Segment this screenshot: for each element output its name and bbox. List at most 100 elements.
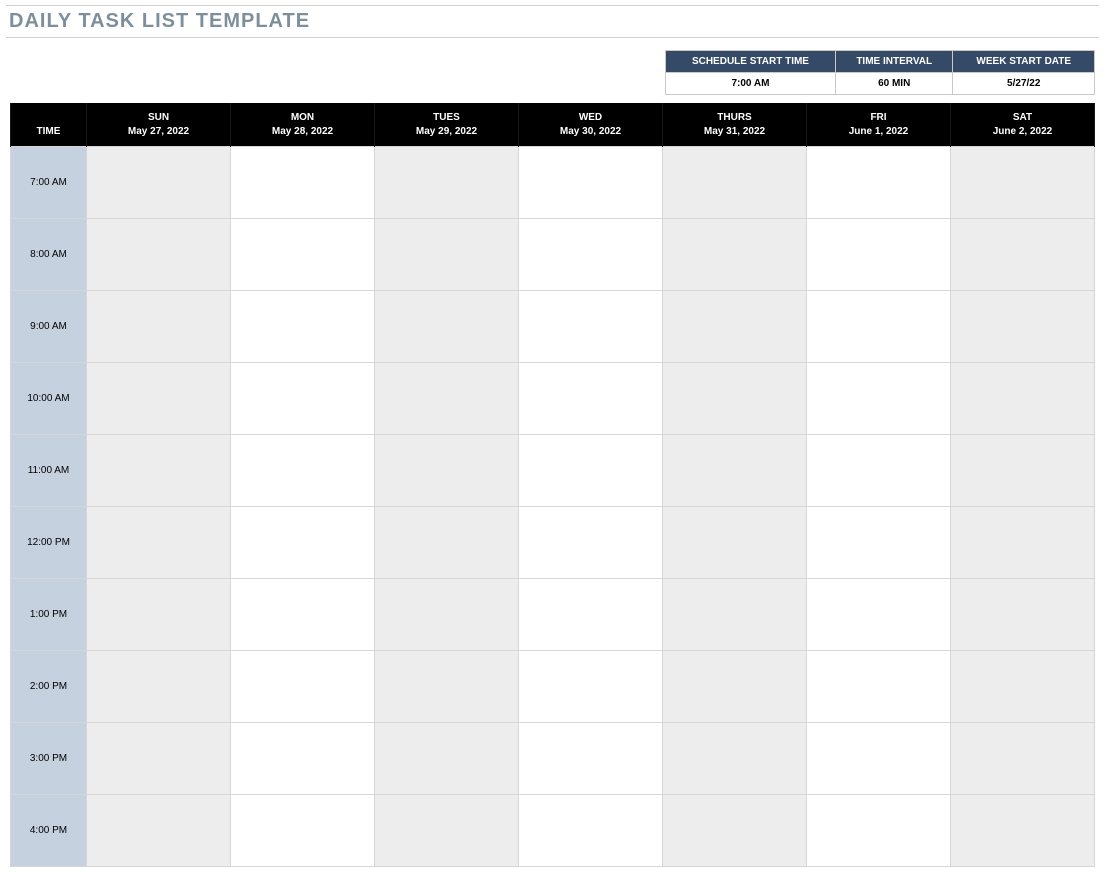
- task-cell[interactable]: [519, 507, 663, 579]
- task-cell[interactable]: [807, 507, 951, 579]
- task-cell[interactable]: [375, 723, 519, 795]
- task-cell[interactable]: [231, 507, 375, 579]
- task-cell[interactable]: [87, 723, 231, 795]
- time-cell: 8:00 AM: [11, 219, 87, 291]
- task-cell[interactable]: [951, 795, 1095, 867]
- task-cell[interactable]: [375, 291, 519, 363]
- day-date: May 29, 2022: [416, 126, 477, 137]
- task-cell[interactable]: [231, 147, 375, 219]
- day-header-sun: SUN May 27, 2022: [87, 103, 231, 147]
- task-cell[interactable]: [231, 723, 375, 795]
- task-cell[interactable]: [231, 579, 375, 651]
- task-cell[interactable]: [951, 291, 1095, 363]
- task-cell[interactable]: [87, 291, 231, 363]
- task-cell[interactable]: [375, 651, 519, 723]
- task-cell[interactable]: [231, 651, 375, 723]
- task-cell[interactable]: [663, 579, 807, 651]
- task-cell[interactable]: [87, 651, 231, 723]
- day-header-mon: MON May 28, 2022: [231, 103, 375, 147]
- day-name: TUES: [433, 112, 460, 123]
- task-cell[interactable]: [663, 507, 807, 579]
- task-cell[interactable]: [519, 579, 663, 651]
- task-cell[interactable]: [87, 147, 231, 219]
- task-cell[interactable]: [519, 147, 663, 219]
- task-cell[interactable]: [951, 507, 1095, 579]
- task-cell[interactable]: [87, 363, 231, 435]
- time-cell: 3:00 PM: [11, 723, 87, 795]
- day-header-tues: TUES May 29, 2022: [375, 103, 519, 147]
- task-cell[interactable]: [87, 795, 231, 867]
- task-cell[interactable]: [375, 579, 519, 651]
- task-cell[interactable]: [519, 795, 663, 867]
- task-cell[interactable]: [87, 219, 231, 291]
- task-cell[interactable]: [231, 795, 375, 867]
- task-cell[interactable]: [519, 219, 663, 291]
- task-cell[interactable]: [807, 795, 951, 867]
- day-date: May 30, 2022: [560, 126, 621, 137]
- task-cell[interactable]: [231, 363, 375, 435]
- task-cell[interactable]: [519, 363, 663, 435]
- task-cell[interactable]: [519, 723, 663, 795]
- day-header-thurs: THURS May 31, 2022: [663, 103, 807, 147]
- task-cell[interactable]: [375, 435, 519, 507]
- day-date: June 1, 2022: [849, 126, 908, 137]
- day-name: THURS: [717, 112, 751, 123]
- time-cell: 11:00 AM: [11, 435, 87, 507]
- task-cell[interactable]: [951, 435, 1095, 507]
- schedule-panel: TIME SUN May 27, 2022 MON May 28, 2022 T…: [6, 103, 1099, 867]
- task-cell[interactable]: [87, 435, 231, 507]
- task-cell[interactable]: [807, 219, 951, 291]
- task-cell[interactable]: [807, 147, 951, 219]
- task-cell[interactable]: [519, 435, 663, 507]
- task-cell[interactable]: [663, 219, 807, 291]
- task-cell[interactable]: [519, 291, 663, 363]
- settings-value-start[interactable]: 7:00 AM: [666, 73, 836, 95]
- day-header-wed: WED May 30, 2022: [519, 103, 663, 147]
- task-cell[interactable]: [663, 651, 807, 723]
- task-cell[interactable]: [951, 363, 1095, 435]
- task-cell[interactable]: [807, 363, 951, 435]
- task-cell[interactable]: [807, 723, 951, 795]
- task-cell[interactable]: [951, 651, 1095, 723]
- task-cell[interactable]: [231, 291, 375, 363]
- task-cell[interactable]: [807, 651, 951, 723]
- time-cell: 2:00 PM: [11, 651, 87, 723]
- task-cell[interactable]: [663, 795, 807, 867]
- task-cell[interactable]: [951, 147, 1095, 219]
- schedule-row: 10:00 AM: [11, 363, 1095, 435]
- schedule-row: 7:00 AM: [11, 147, 1095, 219]
- task-cell[interactable]: [663, 363, 807, 435]
- task-cell[interactable]: [87, 579, 231, 651]
- task-cell[interactable]: [663, 291, 807, 363]
- task-cell[interactable]: [807, 435, 951, 507]
- task-cell[interactable]: [951, 219, 1095, 291]
- day-name: SUN: [148, 112, 169, 123]
- settings-header-weekstart: WEEK START DATE: [953, 51, 1095, 73]
- settings-value-weekstart[interactable]: 5/27/22: [953, 73, 1095, 95]
- task-cell[interactable]: [87, 507, 231, 579]
- schedule-row: 8:00 AM: [11, 219, 1095, 291]
- day-name: MON: [291, 112, 314, 123]
- day-date: May 27, 2022: [128, 126, 189, 137]
- task-cell[interactable]: [375, 795, 519, 867]
- task-cell[interactable]: [807, 291, 951, 363]
- task-cell[interactable]: [519, 651, 663, 723]
- task-cell[interactable]: [663, 723, 807, 795]
- task-cell[interactable]: [951, 579, 1095, 651]
- task-cell[interactable]: [375, 219, 519, 291]
- settings-header-interval: TIME INTERVAL: [835, 51, 953, 73]
- settings-value-interval[interactable]: 60 MIN: [835, 73, 953, 95]
- task-cell[interactable]: [951, 723, 1095, 795]
- task-cell[interactable]: [375, 507, 519, 579]
- task-cell[interactable]: [375, 363, 519, 435]
- task-cell[interactable]: [807, 579, 951, 651]
- schedule-row: 2:00 PM: [11, 651, 1095, 723]
- task-cell[interactable]: [663, 147, 807, 219]
- task-cell[interactable]: [663, 435, 807, 507]
- day-name: FRI: [870, 112, 886, 123]
- time-cell: 7:00 AM: [11, 147, 87, 219]
- task-cell[interactable]: [231, 219, 375, 291]
- task-cell[interactable]: [375, 147, 519, 219]
- task-cell[interactable]: [231, 435, 375, 507]
- schedule-body: 7:00 AM 8:00 AM: [11, 147, 1095, 867]
